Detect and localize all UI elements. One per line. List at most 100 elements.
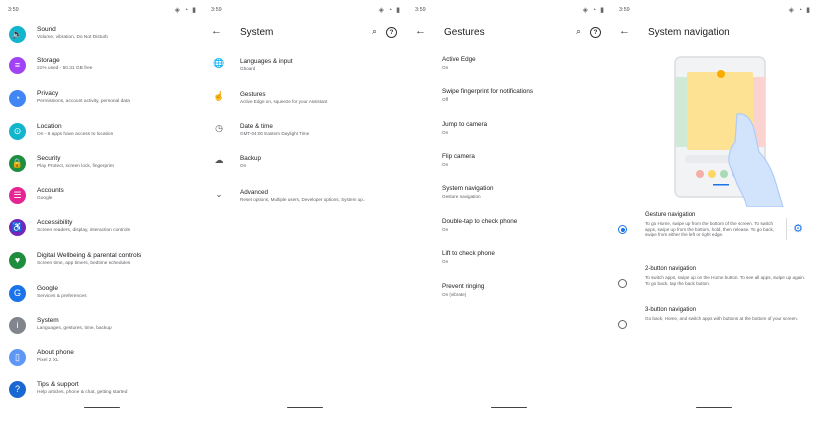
help-icon[interactable]: ? [386,27,397,38]
settings-panel: 3:59 ◈ ◔ ▮ 🔈 Sound Volume, vibration, Do N… [0,0,203,429]
location-icon: ⊙ [9,123,26,140]
accounts-icon: ☰ [9,187,26,204]
gesture-item-double-tap-to-check-phone[interactable]: Double-tap to check phone On [407,218,611,248]
settings-item-title: Tips & support [37,381,79,388]
system-item-languages-input[interactable]: 🌐 Languages & input Gboard [203,52,407,82]
settings-item-google[interactable]: G Google Services & preferences [0,279,203,309]
status-time: 3:59 [619,7,630,13]
help-icon[interactable]: ? [590,27,601,38]
status-bar: 3:59 ◈ ◔ ▮ [619,6,811,16]
system-item-advanced[interactable]: ⌄ Advanced Reset options, Multiple users, … [203,183,407,213]
gesture-item-prevent-ringing[interactable]: Prevent ringing On (vibrate) [407,283,611,313]
settings-item-privacy[interactable]: ◔ Privacy Permissions, account activity, p… [0,84,203,114]
settings-item-location[interactable]: ⊙ Location On - 6 apps have access to loca… [0,117,203,147]
back-arrow-icon[interactable]: ← [619,25,630,37]
settings-item-title: System [37,317,59,324]
status-time: 3:59 [211,7,222,13]
settings-item-summary: Google [37,196,53,201]
globe-icon: 🌐 [213,58,225,68]
settings-item-tips-support[interactable]: ? Tips & support Help articles, phone & ch… [0,375,203,405]
back-arrow-icon[interactable]: ← [211,25,222,37]
settings-item-title: About phone [37,349,74,356]
option-divider [786,218,787,240]
gesture-handle[interactable] [491,406,527,408]
settings-item-summary: Play Protect, screen lock, fingerprint [37,164,114,169]
settings-item-system[interactable]: i System Languages, gestures, time, backup [0,311,203,341]
nav-option-2-button-navigation[interactable]: 2-button navigation To switch apps, swipe… [611,266,817,296]
gesture-item-summary: On [442,130,449,135]
gesture-item-summary: Gesture navigation [442,194,481,199]
dock-icon-red [696,170,704,178]
system-item-backup[interactable]: ☁ Backup On [203,149,407,179]
gesture-item-lift-to-check-phone[interactable]: Lift to check phone On [407,250,611,280]
status-icons: ◈ ◔ ▮ [378,7,401,14]
system-panel: 3:59 ◈ ◔ ▮ ← System ⌕ ? 🌐 Languages & inp… [203,0,407,429]
settings-item-sound[interactable]: 🔈 Sound Volume, vibration, Do Not Disturb [0,20,203,50]
settings-item-title: Privacy [37,90,59,97]
page-title: Gestures [444,27,485,38]
gesture-handle[interactable] [83,406,120,408]
system-item-summary: Active Edge on, squeeze for your Assista… [240,99,328,104]
settings-item-title: Location [37,123,62,130]
system-item-gestures[interactable]: ☝ Gestures Active Edge on, squeeze for you… [203,85,407,115]
settings-item-summary: On - 6 apps have access to location [37,132,114,137]
settings-item-security[interactable]: 🔒 Security Play Protect, screen lock, fing… [0,149,203,179]
back-arrow-icon[interactable]: ← [415,25,426,37]
help-icon: ? [9,381,26,398]
system-item-title: Gestures [240,91,266,98]
settings-item-summary: 21% used - 50.31 GB free [37,66,93,71]
search-icon[interactable]: ⌕ [576,26,581,37]
radio-button[interactable] [618,279,627,288]
system-item-summary: Reset options, Multiple users, Developer… [240,197,366,202]
status-icons: ◈ ◔ ▮ [788,7,811,14]
system-navigation-panel: 3:59 ◈ ◔ ▮ ← System navigation Gesture n… [611,0,817,429]
gesture-item-title: Lift to check phone [442,250,495,257]
dock-icon-yellow [708,170,716,178]
gesture-item-title: System navigation [442,185,494,192]
gesture-handle[interactable] [696,406,732,408]
nav-option-gesture-navigation[interactable]: Gesture navigation To go Home, swipe up f… [611,212,817,254]
settings-item-accounts[interactable]: ☰ Accounts Google [0,181,203,211]
radio-button[interactable] [618,320,627,329]
gesture-item-flip-camera[interactable]: Flip camera On [407,153,611,183]
gesture-item-jump-to-camera[interactable]: Jump to camera On [407,121,611,151]
nav-option-description: To go Home, swipe up from the bottom of … [645,221,775,238]
settings-item-title: Accounts [37,187,64,194]
cloud-upload-icon: ☁ [214,155,224,165]
gesture-item-title: Swipe fingerprint for notifications [442,88,534,95]
gesture-item-summary: On [442,227,449,232]
system-item-date-time[interactable]: ◷ Date & time GMT-04:00 Eastern Daylight T… [203,117,407,147]
nav-option-title: Gesture navigation [645,212,696,218]
wellbeing-icon: ♥ [9,252,26,269]
settings-item-about-phone[interactable]: ▯ About phone Pixel 2 XL [0,343,203,373]
system-item-title: Advanced [240,189,269,196]
speaker-icon: 🔈 [9,26,26,43]
gesture-item-swipe-fingerprint-for-notifications[interactable]: Swipe fingerprint for notifications Off [407,88,611,118]
settings-item-summary: Screen readers, display, interaction con… [37,228,130,233]
gesture-item-title: Active Edge [442,56,476,63]
gesture-item-summary: On [442,162,449,167]
system-item-summary: Gboard [240,66,256,71]
search-icon[interactable]: ⌕ [372,26,377,37]
settings-item-accessibility[interactable]: ♿ Accessibility Screen readers, display, i… [0,213,203,243]
nav-option-3-button-navigation[interactable]: 3-button navigation Go back, Home, and sw… [611,307,817,337]
gesture-item-title: Double-tap to check phone [442,218,518,225]
settings-item-summary: Permissions, account activity, personal … [37,99,130,104]
settings-item-digital-wellbeing-parental-controls[interactable]: ♥ Digital Wellbeing & parental controls Sc… [0,246,203,276]
nav-option-title: 3-button navigation [645,307,697,313]
gear-icon[interactable]: ⚙ [793,222,803,235]
radio-button[interactable] [618,225,627,234]
settings-item-storage[interactable]: ≡ Storage 21% used - 50.31 GB free [0,51,203,81]
gesture-illustration [674,56,784,207]
gesture-handle[interactable] [287,406,323,408]
gesture-item-title: Prevent ringing [442,283,485,290]
home-handle [713,184,729,186]
gesture-item-summary: On [442,259,449,264]
gesture-item-system-navigation[interactable]: System navigation Gesture navigation [407,185,611,215]
settings-item-summary: Languages, gestures, time, backup [37,326,112,331]
gesture-item-summary: Off [442,97,449,102]
gesture-item-summary: On (vibrate) [442,292,467,297]
status-bar: 3:59 ◈ ◔ ▮ [415,6,605,16]
gesture-item-active-edge[interactable]: Active Edge On [407,56,611,86]
accessibility-icon: ♿ [9,219,26,236]
